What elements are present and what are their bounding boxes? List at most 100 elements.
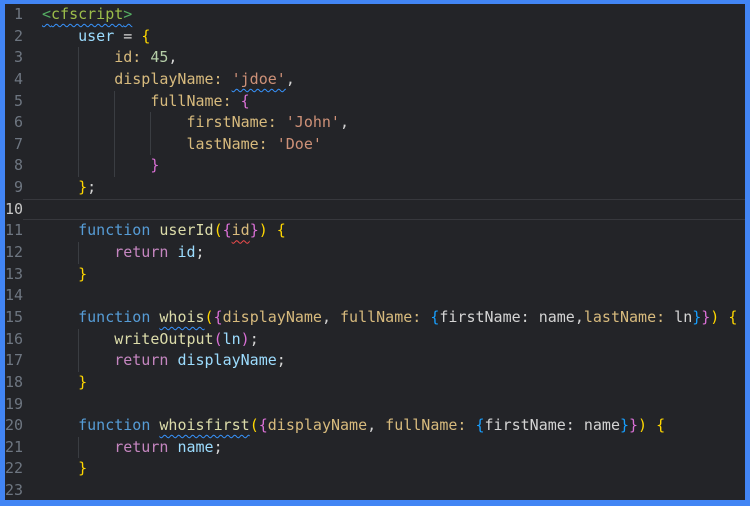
code-line[interactable]: 2 user = { — [5, 26, 745, 48]
line-number[interactable]: 14 — [5, 285, 23, 307]
line-number[interactable]: 23 — [5, 480, 23, 500]
indent-guide — [78, 68, 114, 91]
code-token: fullName: — [340, 307, 422, 326]
code-content: id: 45, — [23, 47, 745, 69]
code-token: ; — [249, 329, 259, 348]
code-token: } — [78, 264, 88, 283]
line-number[interactable]: 6 — [5, 112, 23, 134]
indent-guide — [78, 350, 114, 372]
indent-guide — [114, 133, 150, 156]
code-token: ; — [195, 243, 205, 262]
code-token: firstName: name — [439, 307, 575, 326]
line-number[interactable]: 10 — [5, 199, 23, 221]
code-content: } — [23, 155, 745, 178]
line-number[interactable]: 9 — [5, 177, 23, 199]
code-token: user — [78, 26, 115, 45]
code-token: } — [619, 416, 630, 435]
code-token: { — [258, 416, 268, 435]
code-line[interactable]: 4 displayName: 'jdoe', — [5, 68, 745, 91]
line-number[interactable]: 12 — [5, 242, 23, 264]
code-line[interactable]: 1 <cfscript> — [5, 4, 745, 26]
line-number[interactable]: 16 — [5, 329, 23, 351]
code-token: ) — [240, 329, 250, 348]
code-line[interactable]: 17 return displayName; — [5, 350, 745, 372]
code-line[interactable]: 15 function whois({displayName, fullName:… — [5, 307, 745, 329]
code-content — [23, 285, 745, 307]
code-token: } — [78, 372, 88, 391]
code-token: id: — [114, 48, 142, 67]
line-number[interactable]: 15 — [5, 307, 23, 329]
code-line[interactable]: 6 firstName: 'John', — [5, 112, 745, 134]
code-line[interactable]: 8} — [5, 155, 745, 178]
code-token: } — [150, 156, 160, 175]
code-line[interactable]: 20 function whoisfirst({displayName, full… — [5, 415, 745, 437]
line-number[interactable]: 21 — [5, 437, 23, 459]
code-content: function whoisfirst({displayName, fullNa… — [23, 415, 745, 437]
line-number[interactable]: 13 — [5, 264, 23, 286]
line-number[interactable]: 5 — [5, 91, 23, 113]
current-code-line[interactable]: 10 — [5, 199, 745, 221]
code-token-info-squiggle: 'jdoe' — [231, 69, 286, 88]
code-token: { — [141, 26, 151, 45]
code-token: lastName: — [583, 307, 666, 326]
line-number[interactable]: 11 — [5, 220, 23, 242]
line-number[interactable]: 2 — [5, 26, 23, 48]
code-token: { — [475, 416, 485, 435]
code-line[interactable]: 5 fullName: { — [5, 90, 745, 113]
line-number[interactable]: 8 — [5, 155, 23, 177]
line-number[interactable]: 17 — [5, 350, 23, 372]
code-token: firstName: name — [484, 416, 620, 435]
code-token: { — [656, 416, 666, 435]
line-number[interactable]: 4 — [5, 69, 23, 91]
code-line[interactable]: 19 — [5, 394, 745, 416]
code-content: } — [23, 458, 745, 480]
code-line[interactable]: 9}; — [5, 177, 745, 199]
code-line[interactable]: 7 lastName: 'Doe' — [5, 133, 745, 156]
code-content: firstName: 'John', — [23, 112, 745, 134]
code-line[interactable]: 12 return id; — [5, 242, 745, 264]
code-token-info-squiggle: whoisfirst — [159, 416, 250, 435]
line-number[interactable]: 20 — [5, 415, 23, 437]
code-line[interactable]: 16 writeOutput(ln); — [5, 328, 745, 351]
code-line[interactable]: 18} — [5, 372, 745, 394]
line-number[interactable]: 3 — [5, 47, 23, 69]
code-line[interactable]: 22} — [5, 458, 745, 480]
code-line[interactable]: 14 — [5, 285, 745, 307]
line-number[interactable]: 19 — [5, 394, 23, 416]
code-token: return — [114, 243, 178, 262]
code-token: userId — [159, 221, 214, 240]
line-number[interactable]: 18 — [5, 372, 23, 394]
code-token: function — [78, 307, 160, 326]
code-line[interactable]: 13} — [5, 264, 745, 286]
code-content: return displayName; — [23, 350, 745, 372]
code-token: ( — [213, 329, 223, 348]
code-token: id — [177, 243, 196, 262]
code-line[interactable]: 23 — [5, 480, 745, 500]
line-number[interactable]: 22 — [5, 458, 23, 480]
code-token: displayName — [267, 416, 368, 435]
code-line[interactable]: 21 return name; — [5, 436, 745, 459]
code-token: ln — [674, 307, 693, 326]
line-number[interactable]: 7 — [5, 134, 23, 156]
code-token: , — [285, 69, 295, 88]
code-token: { — [276, 221, 286, 240]
line-number[interactable]: 1 — [5, 4, 23, 26]
indent-guide — [150, 112, 186, 134]
code-line[interactable]: 3 id: 45, — [5, 47, 745, 69]
code-line[interactable]: 11 function userId({id}) { — [5, 220, 745, 242]
